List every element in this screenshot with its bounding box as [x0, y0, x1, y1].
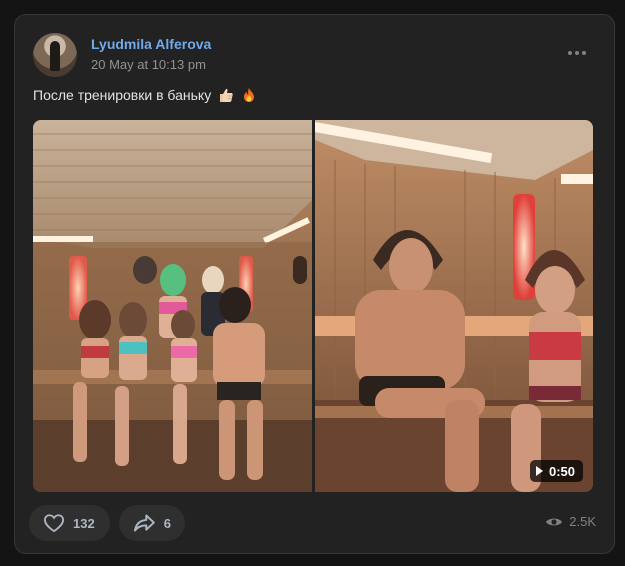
share-arrow-icon [133, 514, 155, 532]
views-count: 2.5K [569, 514, 596, 529]
like-count: 132 [73, 515, 95, 531]
thumbs-up-icon [220, 88, 233, 102]
post-video[interactable]: 0:50 [315, 120, 593, 492]
heart-icon [43, 514, 65, 533]
post-card: Lyudmila Alferova 20 May at 10:13 pm Пос… [14, 14, 615, 554]
more-options-icon[interactable] [568, 47, 590, 59]
play-icon [535, 466, 543, 476]
author-name[interactable]: Lyudmila Alferova [91, 36, 211, 52]
post-text-content: После тренировки в баньку [33, 87, 212, 103]
post-date[interactable]: 20 May at 10:13 pm [91, 57, 206, 72]
eye-icon [546, 518, 563, 525]
post-photo[interactable] [33, 120, 312, 492]
fire-icon [243, 88, 254, 102]
video-duration: 0:50 [548, 463, 575, 479]
avatar[interactable] [33, 33, 77, 77]
views-counter: 2.5K [545, 514, 596, 529]
share-count: 6 [163, 515, 171, 531]
sauna-photo-image [33, 120, 312, 492]
video-duration-badge: 0:50 [529, 460, 583, 482]
post-text: После тренировки в баньку [33, 87, 257, 103]
sauna-video-thumbnail [315, 120, 593, 492]
post-footer: 132 6 2.5K [29, 505, 596, 541]
post-header: Lyudmila Alferova 20 May at 10:13 pm [33, 33, 596, 77]
share-button[interactable]: 6 [119, 505, 185, 541]
like-button[interactable]: 132 [29, 505, 110, 541]
